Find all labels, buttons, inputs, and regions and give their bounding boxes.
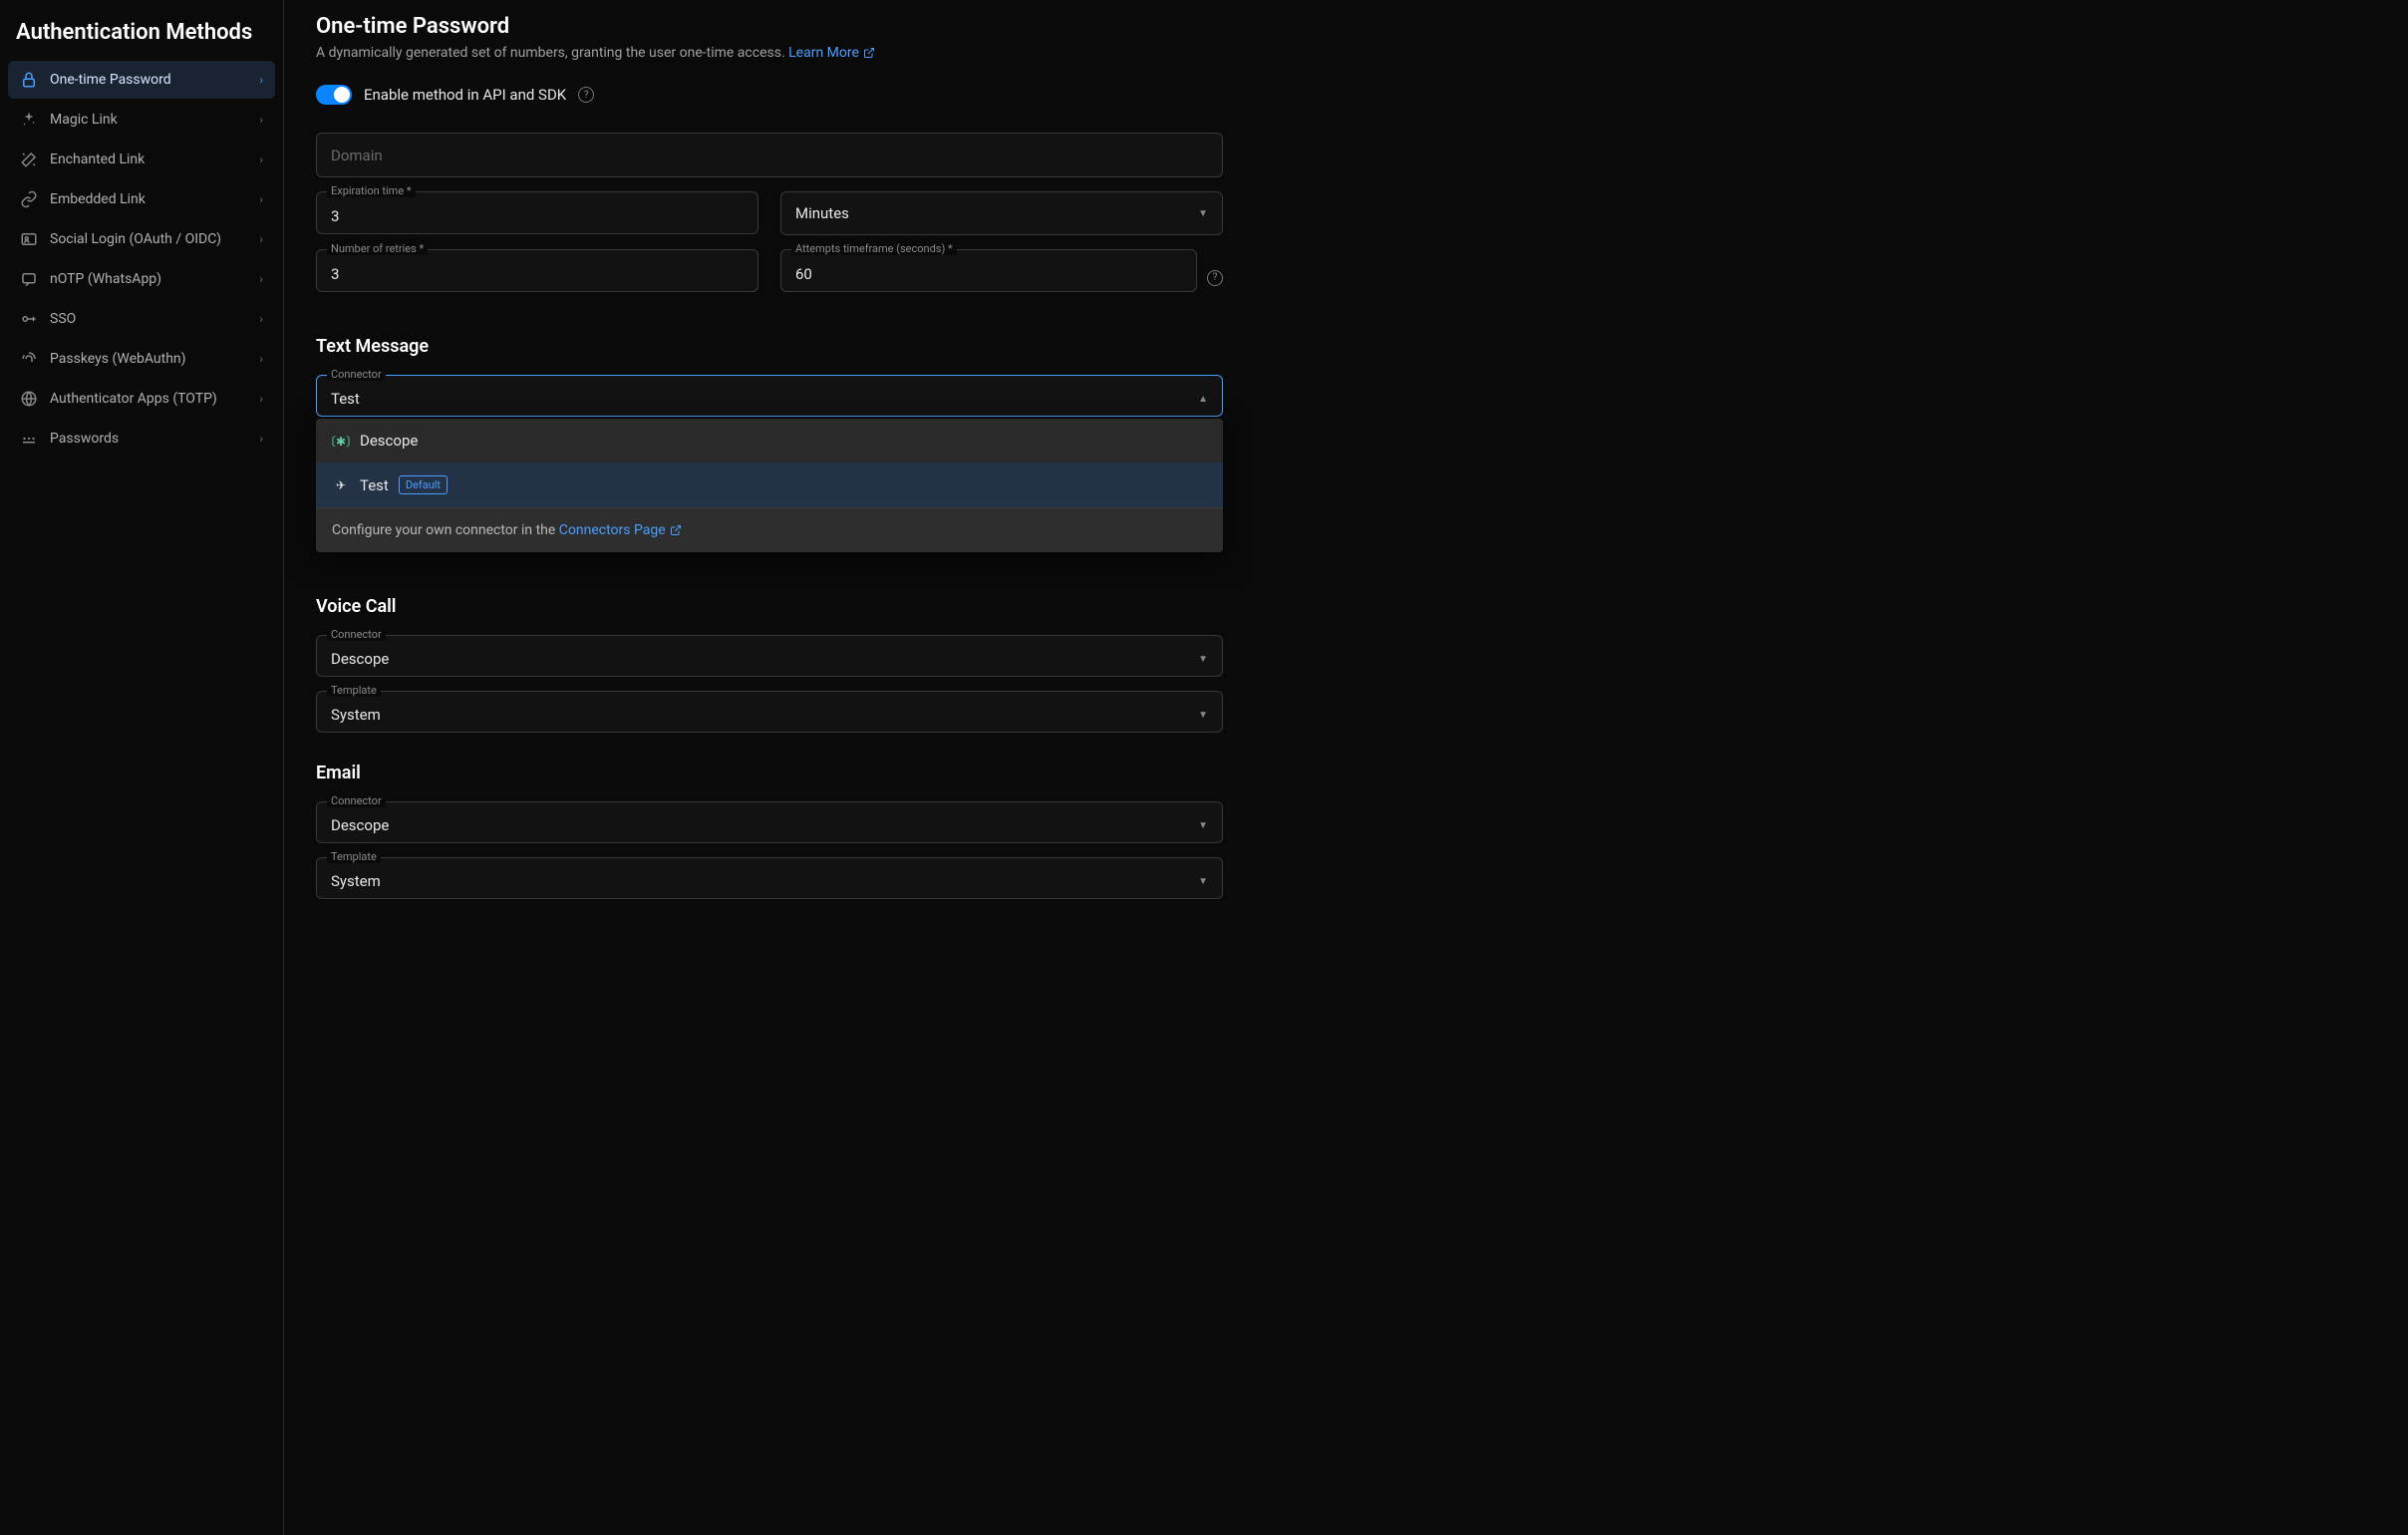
sidebar-item-label: Passkeys (WebAuthn): [50, 351, 186, 367]
chevron-down-icon: ▼: [1198, 654, 1208, 665]
help-icon[interactable]: ?: [578, 87, 594, 103]
email-template-select[interactable]: Template System ▼: [316, 857, 1223, 899]
voice-call-connector-select[interactable]: Connector Descope ▼: [316, 635, 1223, 677]
sidebar-item-totp[interactable]: Authenticator Apps (TOTP) ›: [8, 380, 275, 418]
domain-input[interactable]: Domain: [316, 133, 1223, 177]
text-message-connector-select[interactable]: Connector Test ▲: [316, 375, 1223, 417]
sidebar-item-label: Magic Link: [50, 112, 118, 128]
enable-toggle-row: Enable method in API and SDK ?: [316, 85, 2376, 105]
chevron-right-icon: ›: [259, 232, 263, 246]
main-content: One-time Password A dynamically generate…: [284, 0, 2408, 1535]
sidebar-item-enchanted-link[interactable]: Enchanted Link ›: [8, 141, 275, 178]
learn-more-link[interactable]: Learn More: [788, 45, 875, 61]
sidebar: Authentication Methods One-time Password…: [0, 0, 284, 1535]
chevron-down-icon: ▼: [1198, 710, 1208, 721]
sidebar-item-label: Authenticator Apps (TOTP): [50, 391, 217, 407]
sidebar-item-label: Passwords: [50, 431, 119, 447]
sidebar-item-label: nOTP (WhatsApp): [50, 271, 161, 287]
chevron-right-icon: ›: [259, 392, 263, 406]
page-description: A dynamically generated set of numbers, …: [316, 45, 2376, 61]
sidebar-item-label: Enchanted Link: [50, 152, 145, 167]
chevron-right-icon: ›: [259, 312, 263, 326]
chevron-down-icon: ▼: [1198, 820, 1208, 831]
connector-dropdown-menu: 〔✱〕 Descope ✈ Test Default Configure you…: [316, 419, 1223, 552]
external-link-icon: [670, 524, 682, 536]
chat-icon: [20, 270, 38, 288]
attempts-timeframe-input[interactable]: Attempts timeframe (seconds) * 60: [780, 249, 1197, 292]
email-connector-select[interactable]: Connector Descope ▼: [316, 801, 1223, 843]
chevron-down-icon: ▼: [1198, 876, 1208, 887]
sidebar-item-passwords[interactable]: Passwords ›: [8, 420, 275, 458]
sidebar-item-sso[interactable]: SSO ›: [8, 300, 275, 338]
chevron-right-icon: ›: [259, 73, 263, 87]
chevron-right-icon: ›: [259, 352, 263, 366]
chevron-right-icon: ›: [259, 113, 263, 127]
wand-icon: [20, 151, 38, 168]
enable-toggle-label: Enable method in API and SDK: [364, 86, 566, 104]
default-badge: Default: [399, 475, 448, 494]
fingerprint-icon: [20, 350, 38, 368]
connectors-page-link[interactable]: Connectors Page: [559, 522, 682, 538]
sidebar-item-passkeys[interactable]: Passkeys (WebAuthn) ›: [8, 340, 275, 378]
sidebar-item-label: Embedded Link: [50, 191, 146, 207]
expiration-unit-select[interactable]: Minutes ▼: [780, 191, 1223, 235]
external-link-icon: [863, 47, 875, 59]
chevron-right-icon: ›: [259, 192, 263, 206]
sidebar-title: Authentication Methods: [8, 12, 275, 61]
link-icon: [20, 190, 38, 208]
voice-call-template-select[interactable]: Template System ▼: [316, 691, 1223, 733]
page-title: One-time Password: [316, 14, 2376, 39]
chevron-up-icon: ▲: [1198, 394, 1208, 405]
retries-input[interactable]: Number of retries * 3: [316, 249, 758, 292]
sidebar-item-embedded-link[interactable]: Embedded Link ›: [8, 180, 275, 218]
dropdown-footer: Configure your own connector in the Conn…: [316, 507, 1223, 552]
sidebar-item-social-login[interactable]: Social Login (OAuth / OIDC) ›: [8, 220, 275, 258]
help-icon[interactable]: ?: [1207, 270, 1223, 286]
chevron-right-icon: ›: [259, 153, 263, 166]
sidebar-item-magic-link[interactable]: Magic Link ›: [8, 101, 275, 139]
test-icon: ✈: [332, 477, 350, 493]
sidebar-item-label: SSO: [50, 311, 76, 327]
dropdown-option-test[interactable]: ✈ Test Default: [316, 462, 1223, 507]
chevron-down-icon: ▼: [1198, 208, 1208, 219]
descope-icon: 〔✱〕: [332, 433, 350, 449]
lock-icon: [20, 71, 38, 89]
sparkle-icon: [20, 111, 38, 129]
text-message-title: Text Message: [316, 336, 1223, 357]
sidebar-item-otp[interactable]: One-time Password ›: [8, 61, 275, 99]
password-icon: [20, 430, 38, 448]
sidebar-item-label: One-time Password: [50, 72, 171, 88]
enable-toggle[interactable]: [316, 85, 352, 105]
chevron-right-icon: ›: [259, 432, 263, 446]
voice-call-title: Voice Call: [316, 596, 1223, 617]
key-icon: [20, 310, 38, 328]
id-icon: [20, 230, 38, 248]
email-title: Email: [316, 763, 1223, 783]
dropdown-option-descope[interactable]: 〔✱〕 Descope: [316, 419, 1223, 462]
chevron-right-icon: ›: [259, 272, 263, 286]
globe-icon: [20, 390, 38, 408]
expiration-time-input[interactable]: Expiration time * 3: [316, 191, 758, 234]
sidebar-item-notp[interactable]: nOTP (WhatsApp) ›: [8, 260, 275, 298]
sidebar-item-label: Social Login (OAuth / OIDC): [50, 231, 221, 247]
